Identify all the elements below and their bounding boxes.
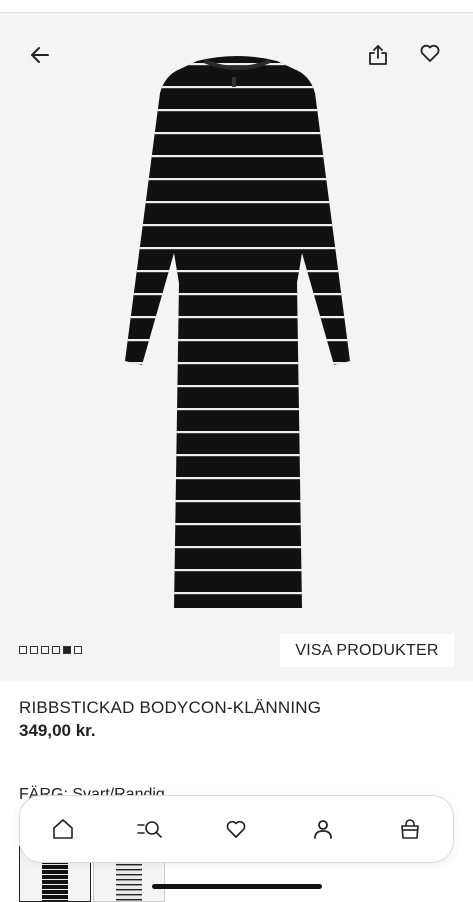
favorite-button[interactable] [412, 35, 448, 71]
shopping-bag-icon [400, 819, 419, 839]
product-image [112, 53, 362, 633]
arrow-left-icon [31, 47, 49, 63]
heart-icon [227, 820, 246, 838]
visa-produkter-button[interactable]: VISA PRODUKTER [280, 634, 454, 667]
nav-home[interactable] [41, 807, 85, 851]
nav-favorites[interactable] [214, 807, 258, 851]
home-icon [53, 819, 74, 839]
bottom-navigation [19, 795, 454, 863]
nav-account[interactable] [301, 807, 345, 851]
pagination-dot[interactable] [74, 646, 82, 654]
pagination-dot-active[interactable] [63, 646, 71, 654]
search-menu-icon [137, 821, 162, 838]
heart-icon [420, 44, 440, 62]
home-indicator [152, 884, 322, 889]
nav-search[interactable] [128, 807, 172, 851]
pagination-dot[interactable] [41, 646, 49, 654]
pagination-dot[interactable] [19, 646, 27, 654]
pagination-dot[interactable] [30, 646, 38, 654]
product-price: 349,00 kr. [19, 721, 96, 740]
gallery-pagination [19, 646, 82, 654]
share-button[interactable] [360, 37, 396, 73]
share-icon [369, 45, 387, 65]
user-icon [314, 820, 332, 839]
back-button[interactable] [22, 37, 58, 73]
dress-illustration [125, 56, 350, 608]
pagination-dot[interactable] [52, 646, 60, 654]
product-image-gallery[interactable]: VISA PRODUKTER [0, 13, 473, 681]
nav-cart[interactable] [388, 807, 432, 851]
product-title: RIBBSTICKAD BODYCON-KLÄNNING [19, 698, 322, 717]
